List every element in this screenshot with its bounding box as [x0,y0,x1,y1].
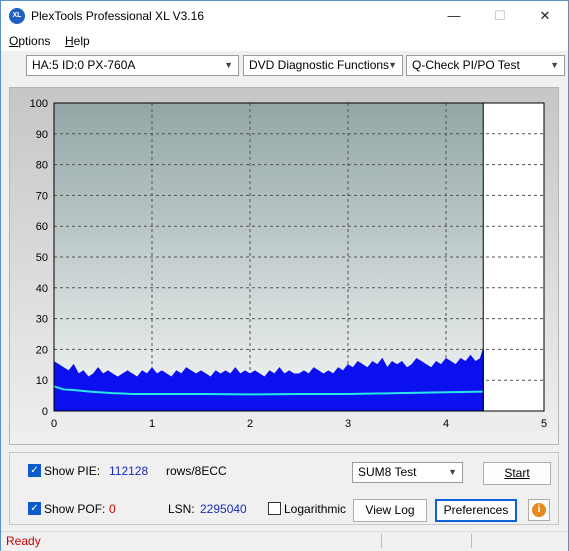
plextools-logo-icon: XL [9,8,25,24]
menu-help-accel: H [65,34,74,48]
status-text: Ready [6,534,41,548]
x-tick-label: 1 [149,418,155,430]
pie-value: 112128 [109,464,149,478]
y-tick-label: 70 [36,190,48,202]
status-separator [381,534,382,548]
start-button[interactable]: Start [483,462,551,485]
menu-options[interactable]: Options [9,34,50,48]
window-title: PlexTools Professional XL V3.16 [31,9,204,23]
chevron-down-icon: ▼ [448,467,457,477]
controls-panel: ✓ Show PIE: 112128 rows/8ECC SUM8 Test ▼… [9,452,559,525]
pie-unit: rows/8ECC [166,464,227,478]
drive-select-value: HA:5 ID:0 PX-760A [32,58,136,72]
x-tick-label: 2 [247,418,253,430]
x-tick-label: 3 [345,418,351,430]
chart-panel: 0 10 20 30 40 50 60 70 80 90 100 0 1 2 3 4 5 [9,87,559,445]
x-tick-label: 0 [51,418,57,430]
chevron-down-icon: ▼ [224,60,233,70]
menu-bar: Options Help [1,31,568,51]
main-window: XL PlexTools Professional XL V3.16 — ☐ ✕… [0,0,569,551]
close-button[interactable]: ✕ [522,1,568,31]
test-select[interactable]: Q-Check PI/PO Test ▼ [406,55,565,76]
start-button-label: Start [504,466,530,480]
menu-help[interactable]: Help [65,34,90,48]
function-select[interactable]: DVD Diagnostic Functions ▼ [243,55,403,76]
minimize-button[interactable]: — [431,1,477,31]
x-tick-label: 5 [541,418,547,430]
y-tick-label: 10 [36,375,48,387]
show-pof-checkbox[interactable]: ✓ [28,502,41,515]
show-pie-label: Show PIE: [44,464,101,478]
y-tick-label: 90 [36,129,48,141]
menu-help-rest: elp [73,34,90,48]
pof-value: 0 [109,502,116,516]
view-log-button-label: View Log [365,503,415,517]
menu-options-rest: ptions [18,34,51,48]
y-tick-label: 80 [36,160,48,172]
function-select-value: DVD Diagnostic Functions [249,58,390,72]
lsn-label: LSN: [168,502,195,516]
y-tick-label: 40 [36,283,48,295]
preferences-button-label: Preferences [443,503,509,517]
logarithmic-checkbox[interactable] [268,502,281,515]
view-log-button[interactable]: View Log [353,499,427,522]
chevron-down-icon: ▼ [388,60,397,70]
preferences-button[interactable]: Preferences [435,499,517,522]
show-pie-checkbox[interactable]: ✓ [28,464,41,477]
show-pof-label: Show POF: [44,502,106,516]
maximize-button[interactable]: ☐ [477,1,523,31]
info-icon: i [532,503,546,517]
y-tick-label: 30 [36,314,48,326]
lsn-value: 2295040 [200,502,247,516]
drive-select[interactable]: HA:5 ID:0 PX-760A ▼ [26,55,239,76]
x-tick-label: 4 [443,418,449,430]
y-tick-label: 100 [30,98,48,110]
info-button[interactable]: i [528,499,550,521]
status-bar: Ready [1,531,568,551]
logarithmic-label: Logarithmic [284,502,347,516]
menu-options-accel: O [9,34,19,48]
pi-po-chart: 0 10 20 30 40 50 60 70 80 90 100 0 1 2 3 4 5 [30,98,547,430]
title-bar: XL PlexTools Professional XL V3.16 — ☐ ✕ [1,1,568,31]
test-select-value: Q-Check PI/PO Test [412,58,520,72]
sum8-test-select[interactable]: SUM8 Test ▼ [352,462,463,483]
toolbar: HA:5 ID:0 PX-760A ▼ DVD Diagnostic Funct… [1,52,568,80]
chevron-down-icon: ▼ [550,60,559,70]
y-tick-label: 50 [36,252,48,264]
y-tick-label: 0 [42,406,48,418]
y-tick-label: 60 [36,221,48,233]
status-separator [471,534,472,548]
sum8-test-select-value: SUM8 Test [358,465,417,479]
y-tick-label: 20 [36,344,48,356]
